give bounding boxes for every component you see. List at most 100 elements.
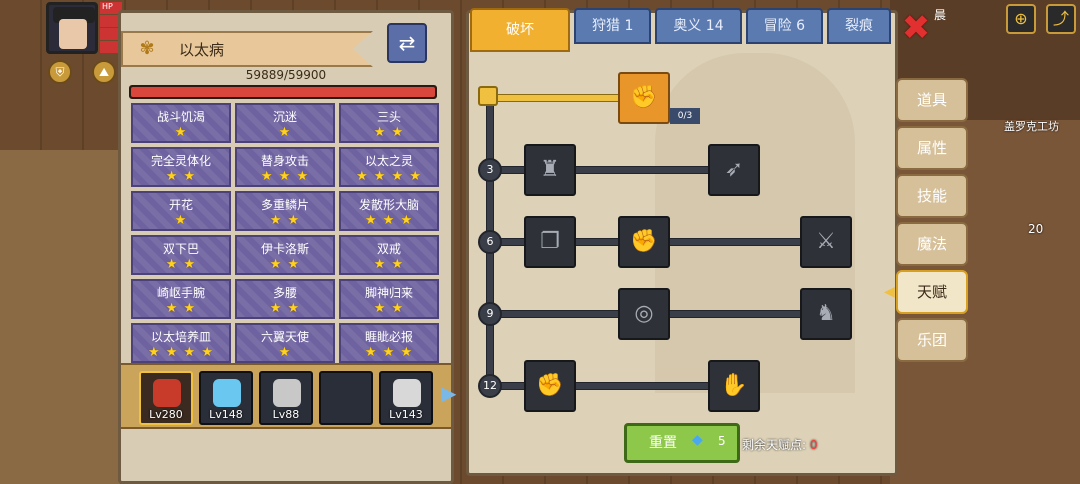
trait-stars: ★ ★ ★	[260, 169, 310, 184]
side-menu-pointer-icon: ◀	[884, 284, 895, 300]
trait-card[interactable]: 双戒 ★ ★	[339, 235, 439, 275]
trait-card[interactable]: 多重鳞片 ★ ★	[235, 191, 335, 231]
sword-strike-icon[interactable]: ⚔	[800, 216, 852, 268]
fist-punch-icon[interactable]: ✊	[618, 216, 670, 268]
trait-stars: ★ ★	[165, 169, 197, 184]
trait-stars: ★	[174, 125, 188, 140]
trait-stars: ★ ★	[269, 257, 301, 272]
trait-card[interactable]: 崎岖手腕 ★ ★	[131, 279, 231, 319]
tree-branch-active	[492, 94, 622, 102]
tab-2[interactable]: 奥义 14	[655, 8, 742, 44]
hero-panel: ✾ 以太病 ⇄ 59889/59900 战斗饥渴 ★ 沉迷 ★ 三头 ★ ★ 完全灵体化 ★ …	[118, 10, 456, 484]
arm-wrestle-icon[interactable]: ✊	[618, 72, 670, 124]
trait-card[interactable]: 三头 ★ ★	[339, 103, 439, 143]
tree-level-label: 3	[478, 158, 502, 182]
side-menu-item[interactable]: 魔法	[896, 222, 968, 266]
close-icon[interactable]: ✖	[898, 10, 934, 46]
tab-0[interactable]: 破坏	[470, 8, 570, 52]
trait-stars: ★ ★	[373, 257, 405, 272]
trait-card[interactable]: 完全灵体化 ★ ★	[131, 147, 231, 187]
rank-button[interactable]: ⛰	[92, 60, 116, 84]
gem-icon: ◆	[692, 432, 703, 448]
party-slot[interactable]: Lv148	[199, 371, 253, 425]
trait-card[interactable]: 多腰 ★ ★	[235, 279, 335, 319]
party-slot-level: Lv148	[209, 408, 243, 421]
reset-cost: 5	[718, 434, 726, 448]
trait-card[interactable]: 脚神归来 ★ ★	[339, 279, 439, 319]
trait-card[interactable]: 双下巴 ★ ★	[131, 235, 231, 275]
trait-card[interactable]: 六翼天使 ★	[235, 323, 335, 363]
trait-stars: ★ ★	[373, 125, 405, 140]
tree-level-label: 6	[478, 230, 502, 254]
bandaged-fist-icon[interactable]: ✋	[708, 360, 760, 412]
trait-name: 多重鳞片	[260, 198, 309, 212]
muscle-icon[interactable]: ♜	[524, 144, 576, 196]
trait-card[interactable]: 睚眦必报 ★ ★ ★	[339, 323, 439, 363]
trait-card[interactable]: 开花 ★	[131, 191, 231, 231]
side-menu-item[interactable]: 道具	[896, 78, 968, 122]
exit-icon[interactable]: ⤴	[1046, 4, 1076, 34]
swap-icon[interactable]: ⇄	[387, 23, 427, 63]
trait-stars: ★ ★	[373, 301, 405, 316]
trait-grid: 战斗饥渴 ★ 沉迷 ★ 三头 ★ ★ 完全灵体化 ★ ★ 替身攻击 ★ ★ ★ 以太之灵 ★ ★ ★ …	[131, 103, 441, 363]
trait-name: 战斗饥渴	[156, 110, 205, 124]
trait-stars: ★ ★ ★	[364, 345, 414, 360]
trait-name: 双戒	[376, 242, 401, 256]
trait-name: 多腰	[272, 286, 297, 300]
trait-stars: ★ ★	[269, 301, 301, 316]
hero-name-ribbon: ✾ 以太病	[121, 31, 373, 67]
tab-3[interactable]: 冒险 6	[745, 8, 823, 44]
bat-icon[interactable]: ♞	[800, 288, 852, 340]
party-slot[interactable]: Lv88	[259, 371, 313, 425]
tree-level-label: 12	[478, 374, 502, 398]
party-slot[interactable]	[319, 371, 373, 425]
trait-name: 六翼天使	[260, 330, 309, 344]
tab-4[interactable]: 裂痕	[826, 8, 891, 44]
trait-name: 替身攻击	[260, 154, 309, 168]
trait-card[interactable]: 发散形大脑 ★ ★ ★	[339, 191, 439, 231]
party-bar: Lv280 Lv148 Lv88 Lv143	[121, 363, 451, 429]
trait-name: 伊卡洛斯	[260, 242, 309, 256]
hero-hp-bar	[129, 85, 437, 99]
world-item-count: 20	[1028, 222, 1044, 236]
trait-name: 三头	[376, 110, 401, 124]
trait-name: 脚神归来	[364, 286, 413, 300]
raised-fist-icon[interactable]: ✊	[524, 360, 576, 412]
trait-stars: ★	[278, 345, 292, 360]
tab-1[interactable]: 狩猎 1	[574, 8, 652, 44]
party-slot-level: Lv143	[389, 408, 423, 421]
side-menu-item[interactable]: 乐团	[896, 318, 968, 362]
trait-stars: ★ ★ ★ ★	[355, 169, 422, 184]
trait-name: 开花	[168, 198, 193, 212]
trait-stars: ★ ★	[165, 257, 197, 272]
side-menu-item[interactable]: 技能	[896, 174, 968, 218]
trait-stars: ★ ★	[165, 301, 197, 316]
trait-name: 以太之灵	[364, 154, 413, 168]
trait-card[interactable]: 沉迷 ★	[235, 103, 335, 143]
scroll-icon[interactable]: ❐	[524, 216, 576, 268]
trait-card[interactable]: 战斗饥渴 ★	[131, 103, 231, 143]
hero-name: 以太病	[179, 40, 225, 59]
trait-card[interactable]: 以太之灵 ★ ★ ★ ★	[339, 147, 439, 187]
side-menu-item[interactable]: 属性	[896, 126, 968, 170]
side-menu-item[interactable]: 天赋	[896, 270, 968, 314]
tree-level-label: 9	[478, 302, 502, 326]
side-menu: 道具 属性 技能 魔法 天赋 乐团	[896, 78, 968, 366]
player-avatar[interactable]	[46, 2, 98, 54]
trait-name: 睚眦必报	[364, 330, 413, 344]
globe-icon[interactable]: ⊕	[1006, 4, 1036, 34]
emblem-button[interactable]: ⛨	[48, 60, 72, 84]
trait-stars: ★ ★	[269, 213, 301, 228]
ripple-icon[interactable]: ◎	[618, 288, 670, 340]
trait-card[interactable]: 以太培养皿 ★ ★ ★ ★	[131, 323, 231, 363]
party-slot[interactable]: Lv143	[379, 371, 433, 425]
trait-stars: ★	[174, 213, 188, 228]
trait-name: 以太培养皿	[150, 330, 211, 344]
trait-card[interactable]: 替身攻击 ★ ★ ★	[235, 147, 335, 187]
party-slot[interactable]: Lv280	[139, 371, 193, 425]
hero-hp-text: 59889/59900	[245, 68, 327, 82]
tree-root-node	[478, 86, 498, 106]
arrow-hit-icon[interactable]: ➶	[708, 144, 760, 196]
party-next-icon[interactable]: ▶	[441, 381, 456, 409]
trait-card[interactable]: 伊卡洛斯 ★ ★	[235, 235, 335, 275]
